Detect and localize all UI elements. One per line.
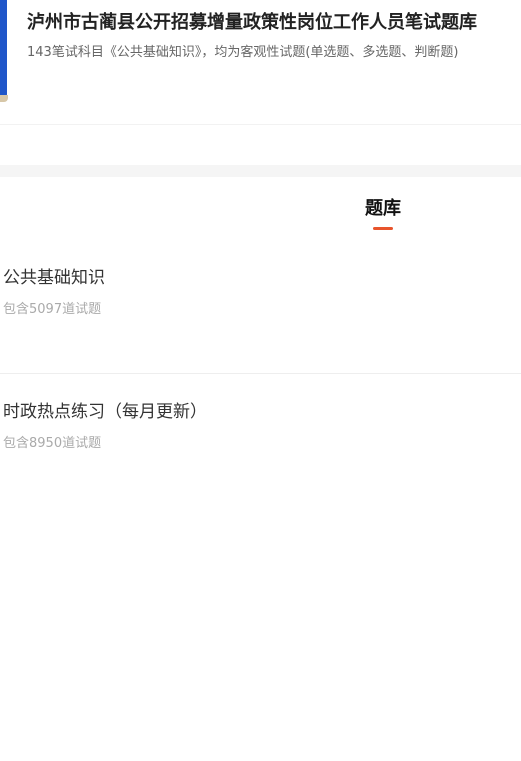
list-item-name: 时政热点练习（每月更新） xyxy=(3,402,207,422)
list-item-count: 包含5097道试题 xyxy=(3,302,102,317)
exam-description: 143笔试科目《公共基础知识》，均为客观性试题(单选题、多选题、判断题) xyxy=(27,45,459,60)
exam-header: 泸州市古蔺县公开招募增量政策性岗位工作人员笔试题库 143笔试科目《公共基础知识… xyxy=(0,0,521,125)
list-item-count: 包含8950道试题 xyxy=(3,436,102,451)
exam-cover-image[interactable] xyxy=(0,0,7,100)
list-item-current-affairs[interactable]: 时政热点练习（每月更新） 包含8950道试题 xyxy=(0,374,521,507)
tab-label: 题库 xyxy=(365,198,401,219)
exam-title: 泸州市古蔺县公开招募增量政策性岗位工作人员笔试题库 xyxy=(27,12,477,33)
section-divider xyxy=(0,165,521,177)
exam-cover-edge xyxy=(0,95,8,102)
page: 泸州市古蔺县公开招募增量政策性岗位工作人员笔试题库 143笔试科目《公共基础知识… xyxy=(0,0,521,761)
tab-active-indicator xyxy=(373,227,393,230)
list-item-name: 公共基础知识 xyxy=(3,268,105,288)
tab-question-bank[interactable]: 题库 xyxy=(333,196,433,232)
list-item-public-basics[interactable]: 公共基础知识 包含5097道试题 xyxy=(0,240,521,374)
